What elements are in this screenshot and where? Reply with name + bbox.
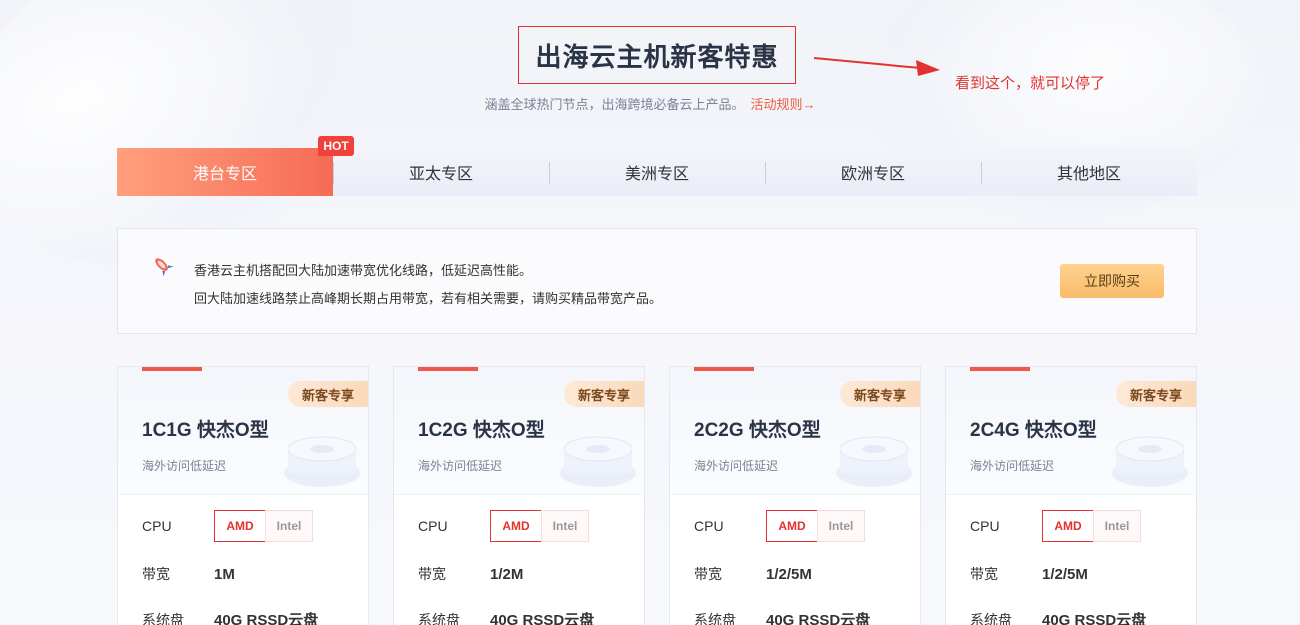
card-accent-bar bbox=[694, 367, 754, 371]
card-accent-bar bbox=[970, 367, 1030, 371]
tab-americas[interactable]: 美洲专区 bbox=[549, 148, 765, 196]
product-card: 新客专享 2C4G 快杰O型 海外访问低延迟 CPU AMD Intel 带宽 … bbox=[945, 366, 1197, 625]
product-card: 新客专享 2C2G 快杰O型 海外访问低延迟 CPU AMD Intel 带宽 … bbox=[669, 366, 921, 625]
cpu-option-amd[interactable]: AMD bbox=[490, 510, 542, 542]
spec-value: 40G RSSD云盘 bbox=[766, 612, 871, 625]
bandwidth-spec-row: 带宽 1/2/5M bbox=[970, 564, 1088, 584]
activity-rules-link[interactable]: 活动规则→ bbox=[751, 97, 816, 112]
card-description: 海外访问低延迟 bbox=[142, 459, 227, 473]
card-description: 海外访问低延迟 bbox=[418, 459, 503, 473]
cpu-option-amd[interactable]: AMD bbox=[214, 510, 266, 542]
cpu-option-amd[interactable]: AMD bbox=[1042, 510, 1094, 542]
tab-divider bbox=[765, 162, 766, 184]
spec-value: 1/2/5M bbox=[1042, 565, 1088, 583]
spec-label: CPU bbox=[142, 518, 172, 534]
region-notice: 香港云主机搭配回大陆加速带宽优化线路，低延迟高性能。 回大陆加速线路禁止高峰期长… bbox=[117, 228, 1197, 334]
spec-label: CPU bbox=[694, 518, 724, 534]
page-subtitle-row: 涵盖全球热门节点，出海跨境必备云上产品。 活动规则→ bbox=[0, 94, 1300, 113]
annotation-text: 看到这个，就可以停了 bbox=[955, 75, 1106, 92]
tab-divider bbox=[333, 162, 334, 184]
card-title: 2C2G 快杰O型 bbox=[694, 420, 821, 441]
tab-label: 港台专区 bbox=[192, 166, 257, 183]
notice-line: 香港云主机搭配回大陆加速带宽优化线路，低延迟高性能。 bbox=[194, 263, 533, 278]
spec-label: 带宽 bbox=[418, 566, 446, 582]
spec-label: 系统盘 bbox=[142, 611, 184, 625]
tab-hk-tw[interactable]: 港台专区 bbox=[117, 148, 333, 196]
cloud-disk-illustration-icon bbox=[1112, 436, 1188, 487]
spec-label: 系统盘 bbox=[418, 611, 460, 625]
spec-value: 40G RSSD云盘 bbox=[1042, 612, 1147, 625]
card-title: 1C2G 快杰O型 bbox=[418, 420, 545, 441]
card-description: 海外访问低延迟 bbox=[694, 459, 779, 473]
cpu-spec-row: CPU AMD Intel bbox=[142, 510, 313, 542]
notice-line: 回大陆加速线路禁止高峰期长期占用带宽，若有相关需要，请购买精品带宽产品。 bbox=[194, 291, 663, 306]
spec-value: 1M bbox=[214, 565, 235, 583]
page-title: 出海云主机新客特惠 bbox=[535, 41, 779, 72]
region-tabs: 港台专区 亚太专区 美洲专区 欧洲专区 其他地区 bbox=[117, 148, 1197, 196]
spec-label: 带宽 bbox=[694, 566, 722, 582]
product-card: 新客专享 1C1G 快杰O型 海外访问低延迟 CPU AMD Intel 带宽 … bbox=[117, 366, 369, 625]
card-header: 新客专享 1C1G 快杰O型 海外访问低延迟 bbox=[118, 367, 368, 495]
card-title: 2C4G 快杰O型 bbox=[970, 420, 1097, 441]
cpu-option-intel[interactable]: Intel bbox=[1093, 510, 1141, 542]
new-customer-badge: 新客专享 bbox=[288, 381, 368, 407]
tab-europe[interactable]: 欧洲专区 bbox=[765, 148, 981, 196]
spec-value: 40G RSSD云盘 bbox=[214, 612, 319, 625]
tab-other-regions[interactable]: 其他地区 bbox=[981, 148, 1197, 196]
spec-label: 系统盘 bbox=[970, 611, 1012, 625]
bandwidth-spec-row: 带宽 1/2/5M bbox=[694, 564, 812, 584]
buy-now-button[interactable]: 立即购买 bbox=[1060, 264, 1164, 298]
card-header: 新客专享 2C4G 快杰O型 海外访问低延迟 bbox=[946, 367, 1196, 495]
tab-asia-pacific[interactable]: 亚太专区 bbox=[333, 148, 549, 196]
card-header: 新客专享 2C2G 快杰O型 海外访问低延迟 bbox=[670, 367, 920, 495]
card-accent-bar bbox=[142, 367, 202, 371]
spec-label: 带宽 bbox=[970, 566, 998, 582]
disk-spec-row: 系统盘 40G RSSD云盘 bbox=[142, 609, 318, 625]
cpu-option-intel[interactable]: Intel bbox=[265, 510, 313, 542]
disk-spec-row: 系统盘 40G RSSD云盘 bbox=[694, 609, 870, 625]
spec-label: 带宽 bbox=[142, 566, 170, 582]
card-description: 海外访问低延迟 bbox=[970, 459, 1055, 473]
bandwidth-spec-row: 带宽 1/2M bbox=[418, 564, 523, 584]
spec-value: 40G RSSD云盘 bbox=[490, 612, 595, 625]
new-customer-badge: 新客专享 bbox=[564, 381, 644, 407]
page-title-highlight-box: 出海云主机新客特惠 bbox=[518, 26, 796, 84]
product-card: 新客专享 1C2G 快杰O型 海外访问低延迟 CPU AMD Intel 带宽 … bbox=[393, 366, 645, 625]
cloud-disk-illustration-icon bbox=[560, 436, 636, 487]
cpu-option-amd[interactable]: AMD bbox=[766, 510, 818, 542]
annotation-arrow-icon bbox=[813, 57, 940, 76]
tab-divider bbox=[549, 162, 550, 184]
spec-label: 系统盘 bbox=[694, 611, 736, 625]
spec-value: 1/2M bbox=[490, 565, 524, 583]
card-header: 新客专享 1C2G 快杰O型 海外访问低延迟 bbox=[394, 367, 644, 495]
cloud-disk-illustration-icon bbox=[284, 436, 360, 487]
tab-divider bbox=[981, 162, 982, 184]
bandwidth-spec-row: 带宽 1M bbox=[142, 564, 235, 584]
card-accent-bar bbox=[418, 367, 478, 371]
spec-label: CPU bbox=[418, 518, 448, 534]
rocket-icon bbox=[155, 258, 174, 277]
spec-label: CPU bbox=[970, 518, 1000, 534]
disk-spec-row: 系统盘 40G RSSD云盘 bbox=[970, 609, 1146, 625]
spec-value: 1/2/5M bbox=[766, 565, 812, 583]
cpu-spec-row: CPU AMD Intel bbox=[694, 510, 865, 542]
cpu-spec-row: CPU AMD Intel bbox=[418, 510, 589, 542]
disk-spec-row: 系统盘 40G RSSD云盘 bbox=[418, 609, 594, 625]
new-customer-badge: 新客专享 bbox=[840, 381, 920, 407]
tab-label: 亚太专区 bbox=[408, 166, 473, 183]
tab-label: 其他地区 bbox=[1056, 166, 1121, 183]
card-title: 1C1G 快杰O型 bbox=[142, 420, 269, 441]
cpu-spec-row: CPU AMD Intel bbox=[970, 510, 1141, 542]
tab-label: 美洲专区 bbox=[624, 166, 689, 183]
page-subtitle: 涵盖全球热门节点，出海跨境必备云上产品。 bbox=[484, 97, 745, 112]
tab-label: 欧洲专区 bbox=[840, 166, 905, 183]
cpu-option-intel[interactable]: Intel bbox=[541, 510, 589, 542]
cloud-disk-illustration-icon bbox=[836, 436, 912, 487]
cpu-option-intel[interactable]: Intel bbox=[817, 510, 865, 542]
new-customer-badge: 新客专享 bbox=[1116, 381, 1196, 407]
hot-badge: HOT bbox=[318, 136, 354, 156]
